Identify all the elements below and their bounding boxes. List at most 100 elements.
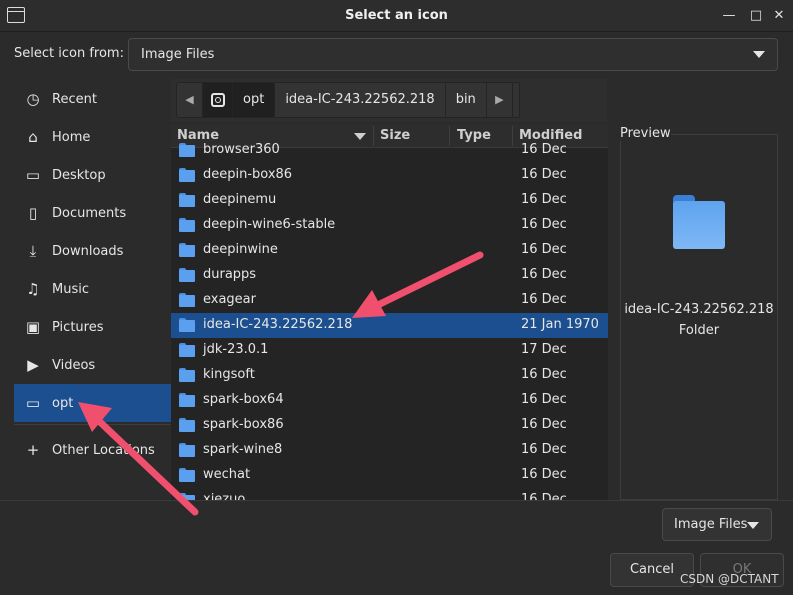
file-name: spark-wine8	[203, 442, 283, 457]
clock-icon: ◷	[26, 90, 40, 108]
source-value: Image Files	[141, 47, 215, 62]
file-row[interactable]: deepin-box86 16 Dec	[171, 163, 608, 188]
places-sidebar: ◷ Recent ⌂ Home ▭ Desktop ▯ Documents ⤓ …	[14, 79, 171, 497]
folder-icon	[179, 243, 195, 257]
close-icon[interactable]: ✕	[769, 6, 789, 26]
home-icon: ⌂	[28, 128, 38, 146]
source-label: Select icon from:	[14, 46, 124, 61]
folder-icon	[673, 195, 725, 249]
folder-icon	[179, 468, 195, 482]
sidebar-item-label: Other Locations	[52, 442, 155, 458]
file-modified: 17 Dec	[521, 342, 567, 357]
path-crumb-opt[interactable]: opt	[233, 83, 276, 117]
folder-icon	[179, 293, 195, 307]
source-combo[interactable]: Image Files	[128, 38, 778, 71]
file-row[interactable]: durapps 16 Dec	[171, 263, 608, 288]
document-icon: ▯	[28, 204, 38, 222]
file-row[interactable]: deepin-wine6-stable 16 Dec	[171, 213, 608, 238]
sidebar-item-label: Pictures	[52, 319, 104, 335]
sidebar-item-desktop[interactable]: ▭ Desktop	[14, 156, 171, 194]
file-modified: 16 Dec	[521, 217, 567, 232]
folder-icon	[179, 268, 195, 282]
preview-label: Preview	[620, 126, 671, 141]
file-modified: 16 Dec	[521, 242, 567, 257]
file-row[interactable]: deepinwine 16 Dec	[171, 238, 608, 263]
file-row[interactable]: spark-box86 16 Dec	[171, 413, 608, 438]
sidebar-item-music[interactable]: ♫ Music	[14, 270, 171, 308]
file-row[interactable]: jdk-23.0.1 17 Dec	[171, 338, 608, 363]
sidebar-item-label: Home	[52, 129, 91, 145]
folder-icon	[179, 193, 195, 207]
file-row[interactable]: spark-box64 16 Dec	[171, 388, 608, 413]
sidebar-item-label: Recent	[52, 91, 97, 107]
file-modified: 16 Dec	[521, 417, 567, 432]
folder-icon	[179, 443, 195, 457]
sidebar-item-recent[interactable]: ◷ Recent	[14, 80, 171, 118]
drive-icon	[210, 93, 225, 107]
file-filter-value: Image Files	[674, 517, 748, 532]
sidebar-item-opt[interactable]: ▭ opt	[14, 384, 171, 422]
file-name: xiezuo	[203, 492, 246, 500]
sidebar-item-documents[interactable]: ▯ Documents	[14, 194, 171, 232]
file-row[interactable]: exagear 16 Dec	[171, 288, 608, 313]
sidebar-item-downloads[interactable]: ⤓ Downloads	[14, 232, 171, 270]
sidebar-item-label: Documents	[52, 205, 127, 221]
plus-icon: +	[26, 441, 40, 459]
file-modified: 16 Dec	[521, 192, 567, 207]
maximize-icon[interactable]: □	[746, 6, 766, 26]
path-forward-button[interactable]: ▶	[487, 83, 513, 117]
file-filter-dropdown[interactable]: Image Files	[662, 508, 772, 541]
chevron-down-icon	[753, 51, 765, 58]
download-icon: ⤓	[29, 242, 37, 260]
file-name: deepinwine	[203, 242, 278, 257]
file-list[interactable]: Name Size Type Modified browser360 16 De…	[171, 124, 608, 500]
sidebar-item-label: opt	[52, 395, 74, 411]
path-root-button[interactable]	[203, 83, 233, 117]
file-modified: 16 Dec	[521, 292, 567, 307]
folder-icon	[179, 218, 195, 232]
file-row[interactable]: browser360 16 Dec	[171, 138, 608, 163]
picture-icon: ▣	[25, 318, 41, 336]
sidebar-item-label: Desktop	[52, 167, 106, 183]
title-bar: Select an icon — □ ✕	[0, 0, 793, 32]
file-name: deepinemu	[203, 192, 277, 207]
file-row-selected[interactable]: idea-IC-243.22562.218 21 Jan 1970	[171, 313, 608, 338]
file-row[interactable]: spark-wine8 16 Dec	[171, 438, 608, 463]
minimize-icon[interactable]: —	[719, 6, 739, 26]
file-row[interactable]: kingsoft 16 Dec	[171, 363, 608, 388]
file-name: browser360	[203, 142, 280, 157]
folder-icon	[179, 343, 195, 357]
sidebar-item-other-locations[interactable]: + Other Locations	[14, 431, 171, 469]
file-row[interactable]: wechat 16 Dec	[171, 463, 608, 488]
folder-icon	[179, 418, 195, 432]
window-title: Select an icon	[345, 8, 448, 23]
sidebar-item-home[interactable]: ⌂ Home	[14, 118, 171, 156]
video-icon: ▶	[27, 356, 39, 374]
path-back-button[interactable]: ◀	[177, 83, 203, 117]
folder-icon	[179, 318, 195, 332]
file-name: exagear	[203, 292, 256, 307]
folder-icon	[179, 168, 195, 182]
file-modified: 16 Dec	[521, 167, 567, 182]
bottom-divider	[0, 500, 793, 501]
folder-icon: ▭	[25, 166, 41, 184]
file-name: wechat	[203, 467, 251, 482]
sidebar-item-pictures[interactable]: ▣ Pictures	[14, 308, 171, 346]
path-crumb-bin[interactable]: bin	[446, 83, 487, 117]
path-crumb-idea[interactable]: idea-IC-243.22562.218	[275, 83, 446, 117]
file-name: deepin-box86	[203, 167, 293, 182]
preview-file-name: idea-IC-243.22562.218	[624, 302, 774, 317]
file-name: spark-box86	[203, 417, 284, 432]
file-row[interactable]: xiezuo 16 Dec	[171, 488, 608, 500]
file-name: kingsoft	[203, 367, 255, 382]
file-modified: 16 Dec	[521, 367, 567, 382]
sidebar-item-label: Music	[52, 281, 89, 297]
watermark: CSDN @DCTANT	[680, 572, 779, 586]
file-modified: 16 Dec	[521, 467, 567, 482]
sidebar-item-videos[interactable]: ▶ Videos	[14, 346, 171, 384]
file-row[interactable]: deepinemu 16 Dec	[171, 188, 608, 213]
preview-file-type: Folder	[678, 323, 720, 338]
file-modified: 16 Dec	[521, 267, 567, 282]
file-name: idea-IC-243.22562.218	[203, 317, 353, 332]
folder-icon	[179, 368, 195, 382]
